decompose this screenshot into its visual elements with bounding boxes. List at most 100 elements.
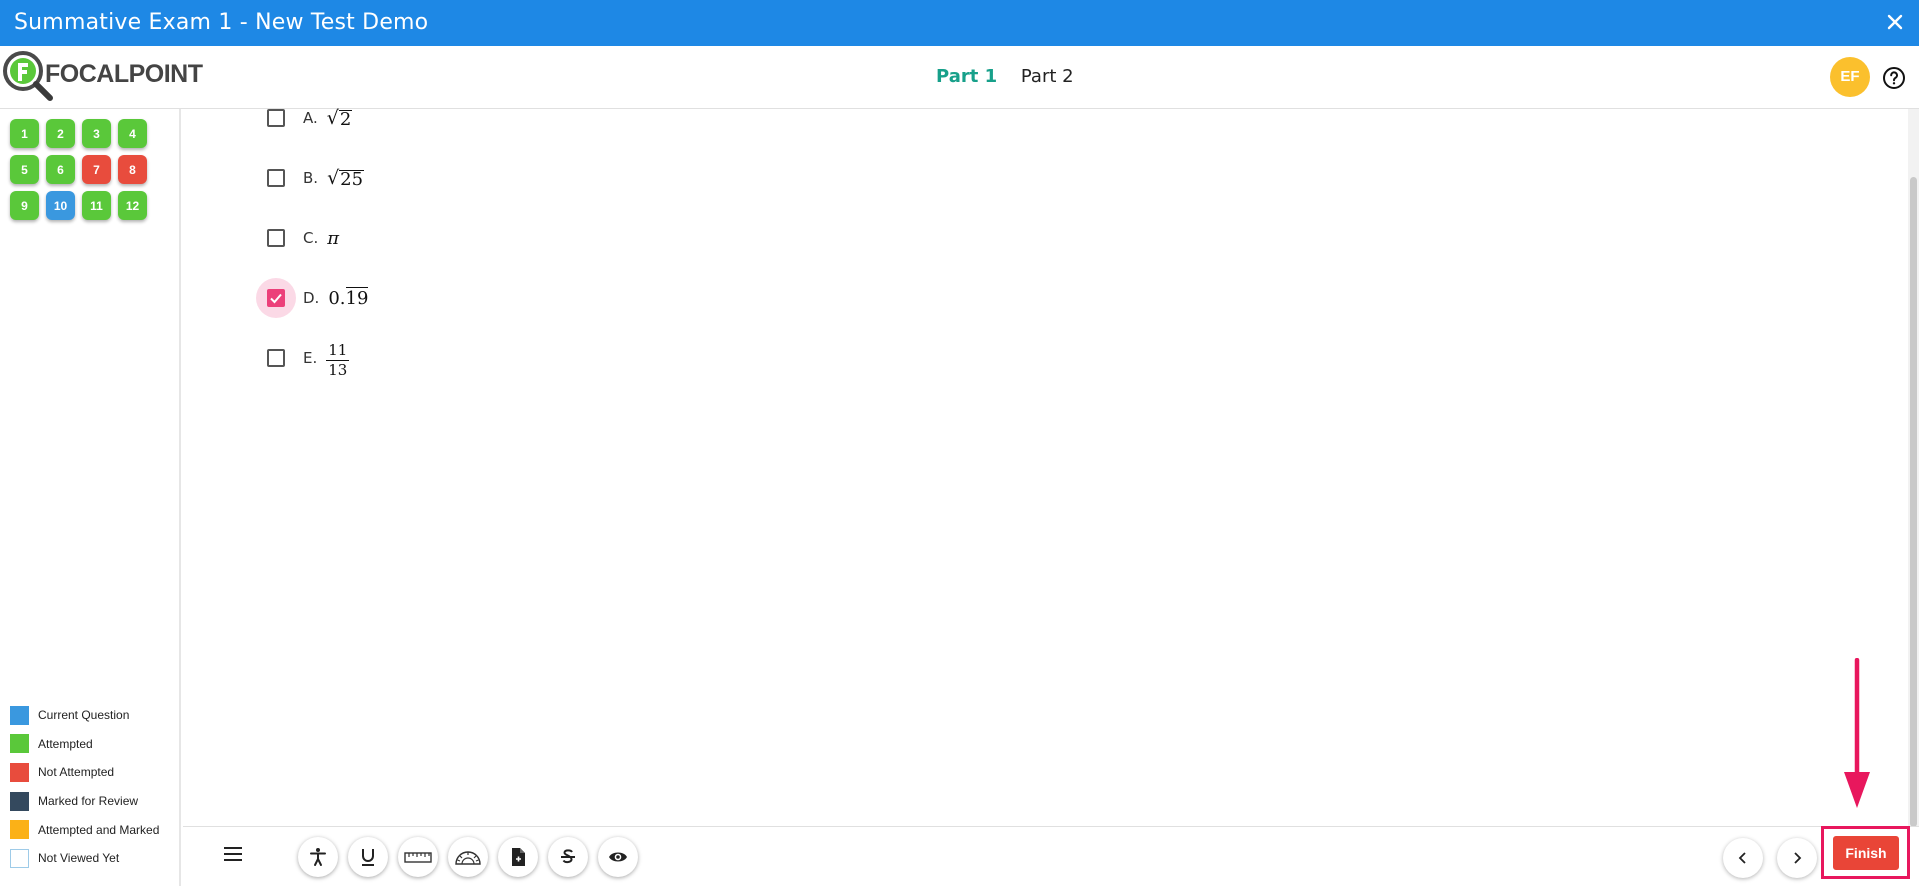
- vertical-scrollbar[interactable]: [1908, 109, 1919, 827]
- formula-sheet-button[interactable]: [498, 837, 538, 877]
- legend-swatch-attempted: [10, 734, 29, 754]
- checkbox-wrap[interactable]: [256, 278, 296, 318]
- question-button-2[interactable]: 2: [46, 119, 75, 148]
- question-button-6[interactable]: 6: [46, 155, 75, 184]
- option-checkbox[interactable]: [267, 349, 285, 367]
- question-button-3[interactable]: 3: [82, 119, 111, 148]
- previous-question-button[interactable]: [1723, 838, 1763, 878]
- option-value: π: [327, 227, 340, 249]
- question-area: A. √ 2 B. √ 25 C. π D. 0.19 E. 11 13: [183, 107, 1906, 827]
- answer-option-d[interactable]: D. 0.19: [256, 278, 369, 318]
- checkbox-wrap[interactable]: [256, 158, 296, 198]
- legend-swatch-attempted-marked: [10, 820, 29, 840]
- option-checkbox[interactable]: [267, 109, 285, 127]
- option-checkbox[interactable]: [267, 229, 285, 247]
- option-letter: C.: [303, 229, 319, 247]
- finish-button[interactable]: Finish: [1832, 835, 1900, 871]
- question-button-12[interactable]: 12: [118, 191, 147, 220]
- close-icon[interactable]: [1883, 10, 1907, 34]
- question-button-5[interactable]: 5: [10, 155, 39, 184]
- next-question-button[interactable]: [1777, 838, 1817, 878]
- option-letter: E.: [303, 349, 318, 367]
- help-icon[interactable]: [1882, 66, 1906, 90]
- eye-button[interactable]: [598, 837, 638, 877]
- strikethrough-button[interactable]: [548, 837, 588, 877]
- option-letter: A.: [303, 109, 318, 127]
- checkbox-wrap[interactable]: [256, 338, 296, 378]
- title-bar: Summative Exam 1 - New Test Demo: [0, 0, 1919, 46]
- protractor-icon: [455, 851, 481, 865]
- part-tabs: Part 1 Part 2: [936, 66, 1092, 87]
- underline-button[interactable]: [348, 837, 388, 877]
- legend-item: Attempted and Marked: [10, 815, 159, 844]
- checkbox-wrap[interactable]: [256, 98, 296, 138]
- strikethrough-icon: [561, 849, 575, 864]
- fraction: 11 13: [326, 340, 350, 379]
- user-avatar[interactable]: EF: [1830, 57, 1870, 97]
- ruler-icon: [404, 852, 432, 863]
- numerator: 11: [326, 340, 350, 361]
- legend-label: Current Question: [38, 708, 130, 723]
- ruler-button[interactable]: [398, 837, 438, 877]
- answer-option-c[interactable]: C. π: [267, 218, 339, 258]
- check-icon: [270, 293, 282, 304]
- legend-label: Attempted: [38, 736, 93, 751]
- legend-item: Not Attempted: [10, 758, 159, 787]
- logo-text: FOCALPOINT: [45, 60, 203, 88]
- footer-toolbar: [183, 826, 1919, 886]
- answer-option-a[interactable]: A. √ 2: [267, 98, 353, 138]
- legend-swatch-marked: [10, 791, 29, 811]
- legend-label: Attempted and Marked: [38, 822, 160, 837]
- option-value: √ 2: [326, 107, 353, 130]
- scrollbar-thumb[interactable]: [1910, 177, 1917, 827]
- answer-option-b[interactable]: B. √ 25: [267, 158, 365, 198]
- option-value: √ 25: [327, 167, 365, 190]
- chevron-left-icon: [1738, 852, 1746, 864]
- question-button-8[interactable]: 8: [118, 155, 147, 184]
- decimal-prefix: 0.: [328, 287, 346, 309]
- legend-swatch-not-viewed: [10, 848, 29, 868]
- radicand: 25: [339, 169, 365, 190]
- legend-label: Not Attempted: [38, 765, 115, 780]
- legend-item: Not Viewed Yet: [10, 844, 159, 873]
- denominator: 13: [328, 360, 348, 379]
- formula-sheet-icon: [512, 848, 525, 866]
- protractor-button[interactable]: [448, 837, 488, 877]
- option-letter: B.: [303, 169, 319, 187]
- question-button-4[interactable]: 4: [118, 119, 147, 148]
- question-button-9[interactable]: 9: [10, 191, 39, 220]
- menu-icon[interactable]: [223, 846, 243, 862]
- legend-label: Not Viewed Yet: [38, 851, 120, 866]
- question-navigator: 1 2 3 4 5 6 7 8 9 10 11 12 Current Quest…: [0, 109, 181, 886]
- tab-part-2[interactable]: Part 2: [1021, 66, 1074, 87]
- question-button-7[interactable]: 7: [82, 155, 111, 184]
- finish-highlight: Finish: [1821, 826, 1910, 879]
- window-title: Summative Exam 1 - New Test Demo: [14, 10, 429, 35]
- answer-option-e[interactable]: E. 11 13: [267, 338, 350, 379]
- checkbox-wrap[interactable]: [256, 218, 296, 258]
- eye-icon: [609, 852, 627, 862]
- option-value: 11 13: [326, 339, 350, 379]
- legend-item: Attempted: [10, 730, 159, 759]
- legend-item: Current Question: [10, 701, 159, 730]
- radicand: 2: [338, 109, 353, 130]
- tool-buttons: [298, 837, 648, 877]
- option-checkbox[interactable]: [267, 169, 285, 187]
- option-value: 0.19: [328, 286, 369, 309]
- accessibility-icon: [310, 848, 326, 866]
- legend-swatch-current: [10, 705, 29, 725]
- accessibility-button[interactable]: [298, 837, 338, 877]
- question-button-10[interactable]: 10: [46, 191, 75, 220]
- legend-label: Marked for Review: [38, 794, 139, 809]
- question-button-11[interactable]: 11: [82, 191, 111, 220]
- question-button-1[interactable]: 1: [10, 119, 39, 148]
- legend-swatch-not-attempted: [10, 762, 29, 782]
- arrow-down-icon: [1844, 658, 1870, 808]
- tab-part-1[interactable]: Part 1: [936, 66, 997, 87]
- question-grid: 1 2 3 4 5 6 7 8 9 10 11 12: [10, 119, 147, 220]
- repeating-digits: 19: [345, 286, 369, 309]
- option-checkbox-checked[interactable]: [267, 289, 285, 307]
- legend-item: Marked for Review: [10, 787, 159, 816]
- status-legend: Current Question Attempted Not Attempted…: [10, 701, 159, 873]
- option-letter: D.: [303, 289, 320, 307]
